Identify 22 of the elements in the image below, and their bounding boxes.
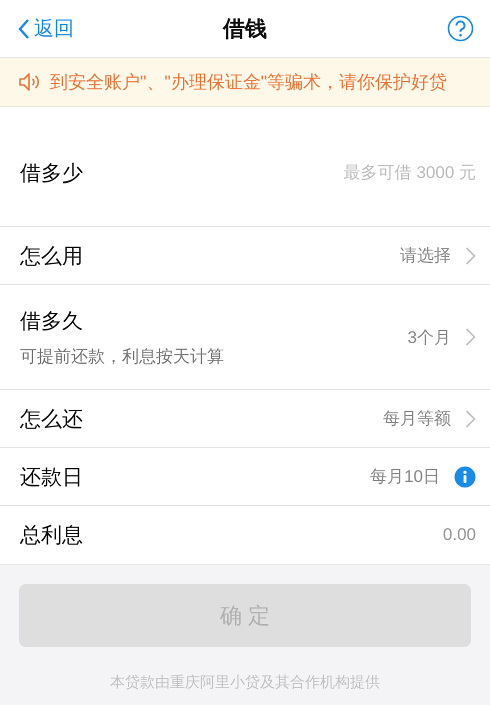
notice-text: 到安全账户"、"办理保证金"等骗术，请你保护好贷 bbox=[50, 71, 448, 94]
field-label: 借多少 bbox=[20, 160, 84, 186]
field-label: 还款日 bbox=[20, 464, 84, 490]
chevron-right-icon bbox=[465, 408, 476, 428]
field-note: 可提前还款，利息按天计算 bbox=[20, 346, 225, 368]
select-value[interactable]: 3个月 bbox=[408, 326, 451, 348]
help-icon[interactable] bbox=[447, 15, 474, 42]
field-label: 总利息 bbox=[20, 523, 84, 549]
select-value[interactable]: 每月等额 bbox=[383, 407, 451, 430]
field-value: 每月10日 bbox=[370, 466, 440, 488]
field-value: 0.00 bbox=[442, 525, 476, 545]
field-label: 怎么用 bbox=[20, 244, 84, 270]
speaker-icon bbox=[18, 71, 42, 93]
back-link[interactable]: 返回 bbox=[18, 15, 74, 42]
info-icon[interactable] bbox=[454, 466, 476, 488]
chevron-right-icon bbox=[465, 246, 476, 266]
field-label: 借多久 bbox=[20, 308, 84, 334]
select-value[interactable]: 请选择 bbox=[400, 244, 451, 267]
field-label: 怎么还 bbox=[20, 406, 84, 432]
chevron-right-icon bbox=[465, 327, 476, 347]
amount-input[interactable]: 最多可借 3000 元 bbox=[276, 162, 476, 182]
page-title: 借钱 bbox=[223, 14, 267, 42]
